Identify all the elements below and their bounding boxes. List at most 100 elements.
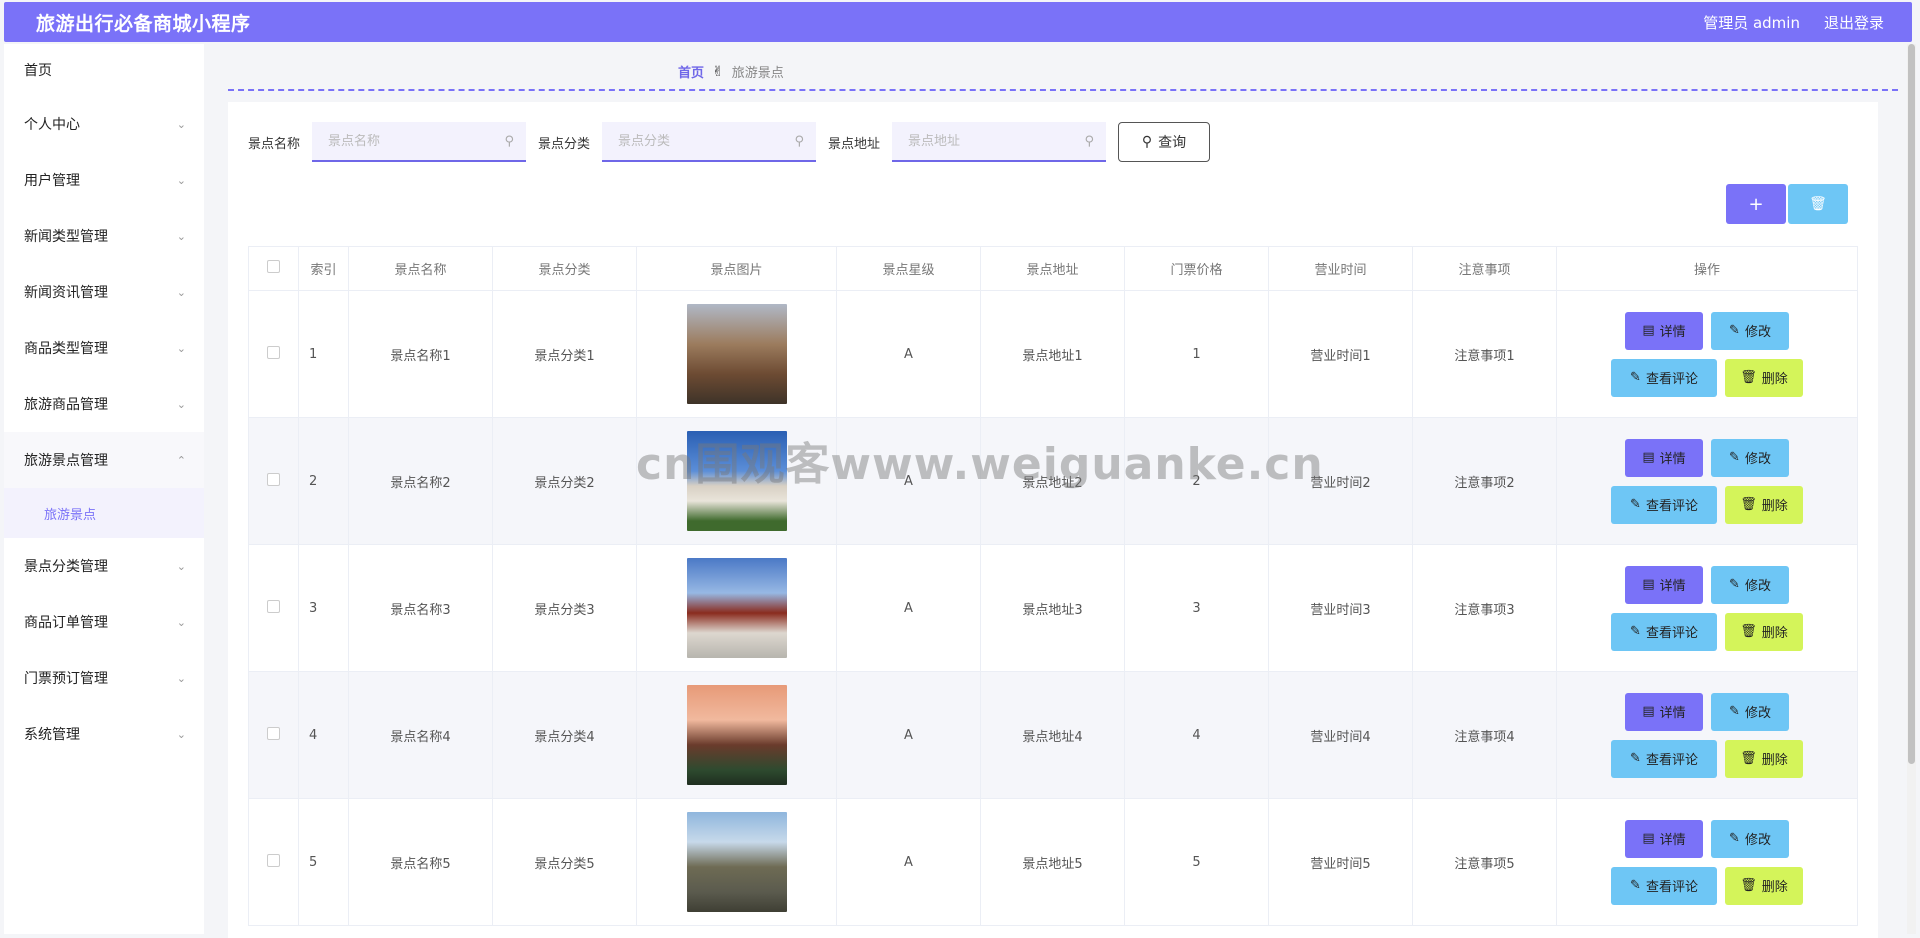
sidebar-item-news-types[interactable]: 新闻类型管理 ⌄	[4, 208, 204, 264]
query-button-label: 查询	[1158, 135, 1187, 151]
table-row: 4 景点名称4 景点分类4 A 景点地址4 4 营业时间4 注意事项4 ▤ 详情 ✎ 修改 ✎ 查看评论 🗑…	[248, 671, 1858, 799]
category-search-input[interactable]	[618, 133, 779, 149]
notes-cell: 注意事项4	[1412, 671, 1557, 799]
detail-button[interactable]: ▤ 详情	[1625, 311, 1703, 350]
pencil-icon: ✎	[1729, 323, 1740, 338]
sidebar-item-spot-categories[interactable]: 景点分类管理 ⌄	[4, 538, 204, 594]
admin-user-label[interactable]: 管理员 admin	[1703, 12, 1800, 33]
chevron-down-icon: ⌄	[176, 727, 186, 741]
edit-button[interactable]: ✎ 修改	[1711, 692, 1789, 731]
scrollbar-thumb[interactable]	[1908, 44, 1915, 764]
sidebar-item-travel-products[interactable]: 旅游商品管理 ⌄	[4, 376, 204, 432]
price-cell: 3	[1124, 544, 1269, 672]
breadcrumb-current: 旅游景点	[731, 66, 784, 81]
app-header: 旅游出行必备商城小程序 管理员 admin 退出登录	[4, 2, 1912, 42]
view-reviews-button-label: 查看评论	[1645, 499, 1698, 514]
document-icon: ▤	[1642, 450, 1655, 465]
edit-button[interactable]: ✎ 修改	[1711, 565, 1789, 604]
app-title: 旅游出行必备商城小程序	[36, 12, 251, 35]
column-header: 景点地址	[980, 246, 1125, 291]
detail-button[interactable]: ▤ 详情	[1625, 565, 1703, 604]
hours-cell: 营业时间4	[1268, 671, 1413, 799]
hours-cell: 营业时间1	[1268, 290, 1413, 418]
hours-cell: 营业时间2	[1268, 417, 1413, 545]
address-search-input[interactable]	[908, 133, 1069, 149]
sidebar-item-tickets[interactable]: 门票预订管理 ⌄	[4, 650, 204, 706]
view-reviews-button[interactable]: ✎ 查看评论	[1611, 485, 1717, 524]
sidebar-item-label: 商品订单管理	[24, 615, 108, 631]
chevron-down-icon: ⌄	[176, 341, 186, 355]
sidebar-item-system[interactable]: 系统管理 ⌄	[4, 706, 204, 762]
row-select-cell	[248, 290, 299, 418]
edit-button[interactable]: ✎ 修改	[1711, 819, 1789, 858]
notes-cell: 注意事项5	[1412, 798, 1557, 926]
add-button[interactable]: +	[1726, 184, 1786, 224]
search-icon: ⚲	[1084, 133, 1095, 149]
pencil-icon: ✎	[1630, 878, 1641, 893]
address-search-label: 景点地址	[828, 136, 881, 152]
query-button[interactable]: ⚲ 查询	[1118, 122, 1211, 162]
trash-icon: 🗑	[1809, 196, 1827, 212]
view-reviews-button[interactable]: ✎ 查看评论	[1611, 358, 1717, 397]
detail-button[interactable]: ▤ 详情	[1625, 438, 1703, 477]
view-reviews-button[interactable]: ✎ 查看评论	[1611, 612, 1717, 651]
plus-icon: +	[1748, 193, 1764, 215]
row-checkbox[interactable]	[267, 726, 280, 740]
logout-link[interactable]: 退出登录	[1824, 12, 1884, 33]
table-row: 3 景点名称3 景点分类3 A 景点地址3 3 营业时间3 注意事项3 ▤ 详情 ✎ 修改 ✎ 查看评论 🗑…	[248, 544, 1858, 672]
index-cell: 5	[298, 798, 349, 926]
ops-cell: ▤ 详情 ✎ 修改 ✎ 查看评论 🗑 删除	[1556, 798, 1858, 926]
address-cell: 景点地址3	[980, 544, 1125, 672]
row-checkbox[interactable]	[267, 345, 280, 359]
sidebar-item-label: 新闻资讯管理	[24, 285, 108, 301]
column-header: 门票价格	[1124, 246, 1269, 291]
delete-button[interactable]: 🗑 删除	[1725, 358, 1803, 397]
vertical-scrollbar[interactable]	[1907, 44, 1916, 934]
star-cell: A	[836, 798, 981, 926]
detail-button[interactable]: ▤ 详情	[1625, 692, 1703, 731]
sidebar-item-product-types[interactable]: 商品类型管理 ⌄	[4, 320, 204, 376]
view-reviews-button-label: 查看评论	[1645, 753, 1698, 768]
sidebar-item-orders[interactable]: 商品订单管理 ⌄	[4, 594, 204, 650]
delete-button[interactable]: 🗑 删除	[1725, 739, 1803, 778]
notes-cell: 注意事项2	[1412, 417, 1557, 545]
name-cell: 景点名称3	[348, 544, 493, 672]
delete-button[interactable]: 🗑 删除	[1725, 612, 1803, 651]
sidebar-item-news[interactable]: 新闻资讯管理 ⌄	[4, 264, 204, 320]
delete-button[interactable]: 🗑 删除	[1725, 485, 1803, 524]
view-reviews-button[interactable]: ✎ 查看评论	[1611, 866, 1717, 905]
view-reviews-button-label: 查看评论	[1645, 880, 1698, 895]
pencil-icon: ✎	[1630, 497, 1641, 512]
name-cell: 景点名称2	[348, 417, 493, 545]
category-cell: 景点分类5	[492, 798, 637, 926]
sidebar-item-label: 商品类型管理	[24, 341, 108, 357]
edit-button[interactable]: ✎ 修改	[1711, 438, 1789, 477]
hand-pointer-icon: ✌	[712, 63, 724, 80]
sidebar-subitem-scenic-spot[interactable]: 旅游景点	[4, 488, 204, 538]
sidebar-item-scenic-spots[interactable]: 旅游景点管理 ⌃	[4, 432, 204, 488]
select-all-checkbox[interactable]	[267, 260, 280, 273]
sidebar-item-home[interactable]: 首页	[4, 44, 204, 96]
pencil-icon: ✎	[1729, 577, 1740, 592]
breadcrumb-home[interactable]: 首页	[678, 62, 704, 81]
delete-button[interactable]: 🗑 删除	[1725, 866, 1803, 905]
edit-button[interactable]: ✎ 修改	[1711, 311, 1789, 350]
row-checkbox[interactable]	[267, 853, 280, 867]
delete-button-label: 删除	[1761, 753, 1788, 768]
sidebar-item-users[interactable]: 用户管理 ⌄	[4, 152, 204, 208]
row-select-cell	[248, 544, 299, 672]
name-cell: 景点名称5	[348, 798, 493, 926]
scenic-spot-image	[686, 685, 787, 785]
detail-button[interactable]: ▤ 详情	[1625, 819, 1703, 858]
ops-cell: ▤ 详情 ✎ 修改 ✎ 查看评论 🗑 删除	[1556, 290, 1858, 418]
row-checkbox[interactable]	[267, 599, 280, 613]
image-cell	[636, 417, 837, 545]
row-checkbox[interactable]	[267, 472, 280, 486]
delete-button-label: 删除	[1761, 626, 1788, 641]
view-reviews-button[interactable]: ✎ 查看评论	[1611, 739, 1717, 778]
trash-icon: 🗑	[1740, 624, 1757, 639]
name-search-input[interactable]	[328, 133, 489, 149]
sidebar-item-personal[interactable]: 个人中心 ⌄	[4, 96, 204, 152]
notes-cell: 注意事项1	[1412, 290, 1557, 418]
batch-delete-button[interactable]: 🗑	[1788, 184, 1848, 224]
